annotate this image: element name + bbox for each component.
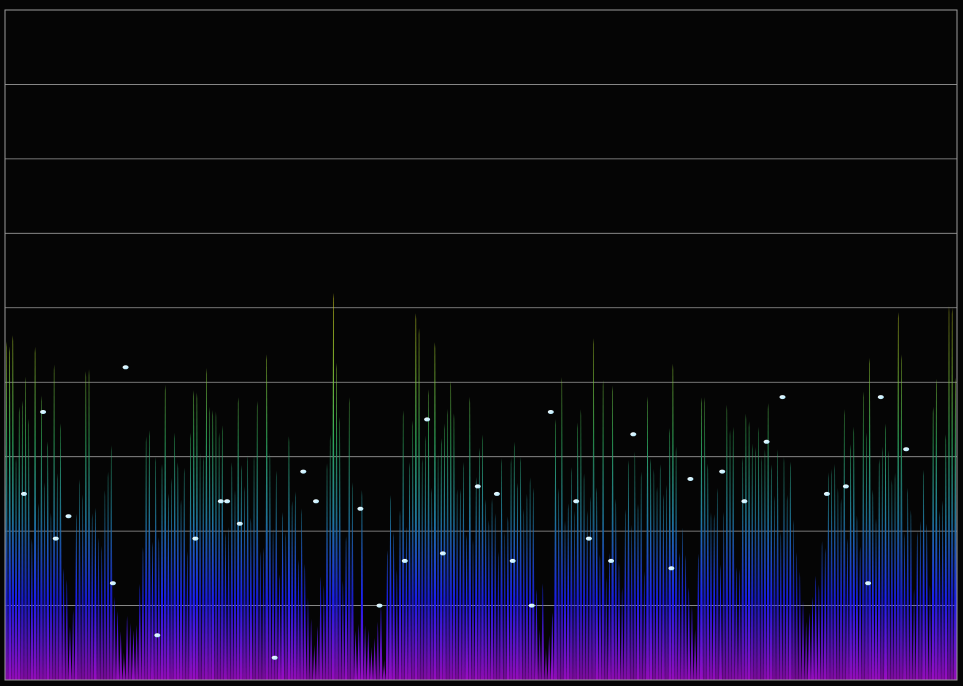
highlight-mark — [865, 581, 872, 586]
highlight-mark — [109, 581, 116, 586]
highlight-mark — [719, 469, 726, 474]
plot-background — [0, 0, 963, 686]
highlight-mark — [779, 395, 786, 400]
highlight-mark — [376, 603, 383, 608]
highlight-mark — [424, 417, 431, 422]
highlight-mark — [668, 566, 675, 571]
highlight-mark — [271, 655, 278, 660]
highlight-mark — [236, 521, 243, 526]
highlight-mark — [300, 469, 307, 474]
highlight-mark — [217, 499, 224, 504]
highlight-mark — [823, 491, 830, 496]
highlight-mark — [608, 558, 615, 563]
highlight-mark — [401, 558, 408, 563]
highlight-mark — [630, 432, 637, 437]
highlight-mark — [528, 603, 535, 608]
highlight-mark — [474, 484, 481, 489]
highlight-mark — [224, 499, 231, 504]
highlight-mark — [439, 551, 446, 556]
highlight-mark — [763, 439, 770, 444]
highlight-mark — [903, 447, 910, 452]
highlight-mark — [52, 536, 59, 541]
highlight-mark — [573, 499, 580, 504]
highlight-mark — [585, 536, 592, 541]
highlight-mark — [687, 477, 694, 481]
highlight-mark — [877, 395, 884, 400]
highlight-mark — [192, 536, 199, 541]
highlight-mark — [493, 491, 500, 496]
highlight-mark — [21, 491, 27, 496]
highlight-mark — [741, 499, 748, 504]
highlight-mark — [313, 499, 319, 504]
highlight-mark — [842, 484, 849, 489]
highlight-mark — [154, 633, 161, 638]
highlight-mark — [357, 506, 364, 511]
highlight-mark — [547, 410, 554, 414]
highlight-mark — [40, 410, 47, 414]
highlight-mark — [509, 558, 516, 563]
chart — [0, 0, 963, 686]
highlight-mark — [122, 365, 129, 370]
highlight-mark — [65, 514, 72, 519]
